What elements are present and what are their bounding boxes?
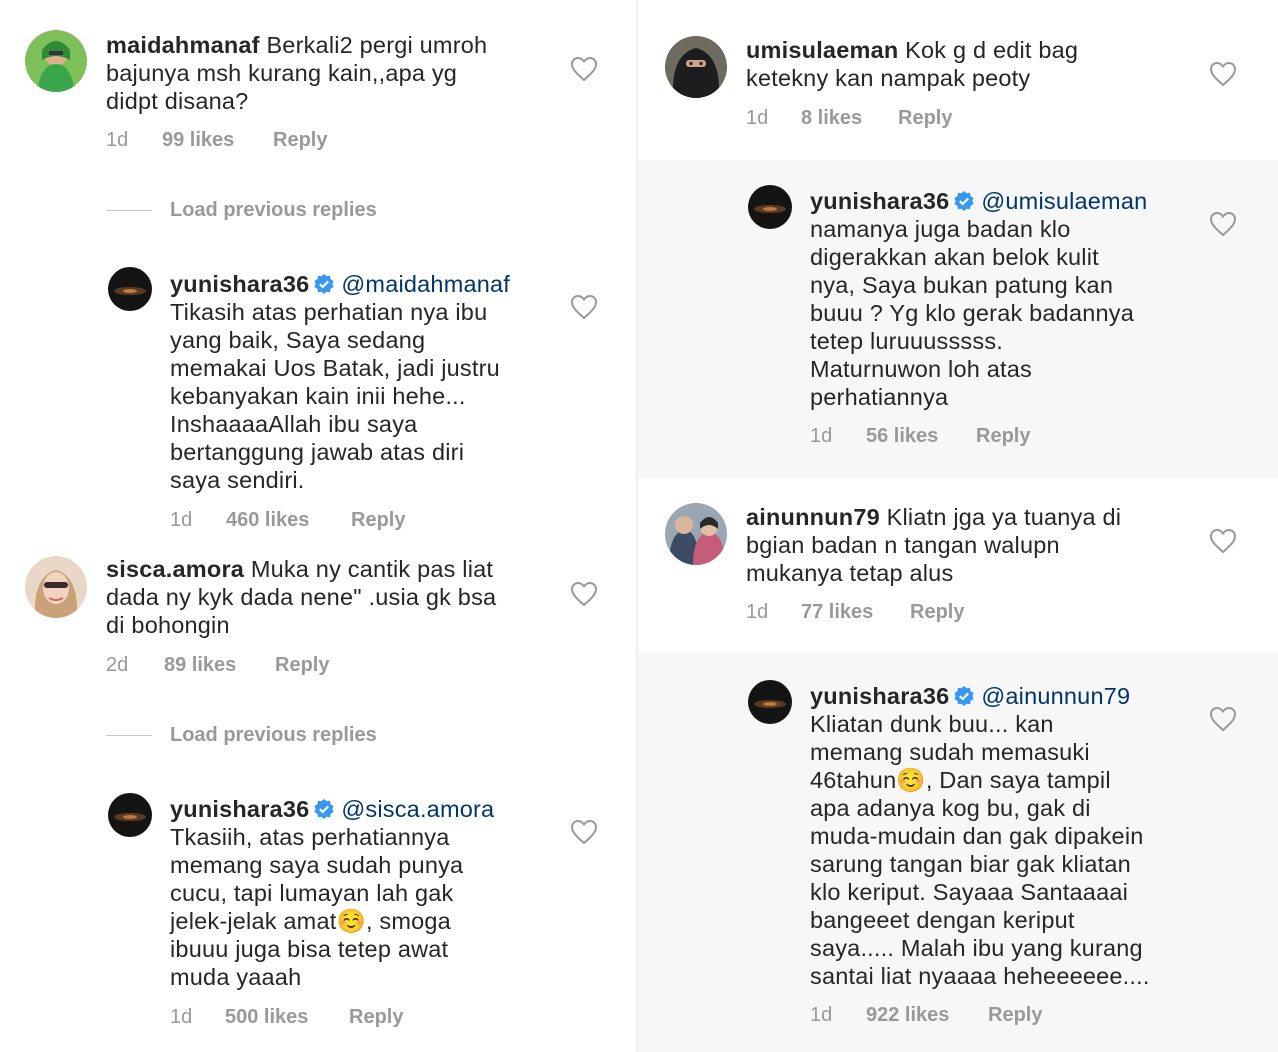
mention-link[interactable]: @ainunnun79 [981,683,1130,709]
comment-meta: 1d 8 likes Reply [746,106,952,130]
avatar[interactable] [665,503,727,565]
likes-count[interactable]: 89 likes [164,653,275,677]
likes-count[interactable]: 99 likes [162,128,273,152]
likes-count[interactable]: 500 likes [225,1005,349,1029]
load-previous-replies-button[interactable]: Load previous replies [106,723,377,747]
avatar[interactable] [108,267,152,311]
mention-link[interactable]: @maidahmanaf [341,271,510,297]
comment-text: yunishara36 @sisca.amora Tkasiih, atas pe… [170,795,570,991]
smiling-face-emoji: ☺️ [336,908,366,934]
heart-outline-icon[interactable] [570,56,598,82]
verified-badge-icon [953,190,975,212]
comment-time: 1d [746,107,769,129]
avatar[interactable] [25,556,87,618]
reply-button[interactable]: Reply [898,106,952,130]
comment-username[interactable]: yunishara36 [810,683,949,709]
comment-text: ainunnun79 Kliatn jga ya tuanya di bgian… [746,503,1186,587]
reply-button[interactable]: Reply [351,508,405,532]
likes-count[interactable]: 460 likes [226,508,351,532]
comment-body-continued: , Dan saya tampil apa adanya kog bu, gak… [810,767,1150,989]
reply-button[interactable]: Reply [349,1005,403,1029]
comment-time: 1d [170,1006,193,1028]
likes-count[interactable]: 8 likes [801,106,898,130]
comment-meta: 1d 77 likes Reply [746,600,964,624]
comment-meta: 1d 460 likes Reply [170,508,405,532]
avatar[interactable] [748,185,792,229]
heart-outline-icon[interactable] [570,581,598,607]
heart-outline-icon[interactable] [570,819,598,845]
reply-button[interactable]: Reply [275,653,329,677]
comment-meta: 1d 56 likes Reply [810,424,1030,448]
reply-button[interactable]: Reply [910,600,964,624]
comment-username[interactable]: yunishara36 [170,796,309,822]
likes-count[interactable]: 922 likes [866,1003,988,1027]
comment-text: sisca.amora Muka ny cantik pas liat dada… [106,555,546,639]
divider-line [106,735,152,736]
comment-text: yunishara36 @umisulaeman namanya juga bad… [810,187,1210,411]
comment-time: 1d [810,425,833,447]
comment-text: yunishara36 @maidahmanaf Tikasih atas per… [170,270,570,494]
comment-meta: 1d 500 likes Reply [170,1005,403,1029]
comment-time: 1d [810,1004,833,1026]
mention-link[interactable]: @umisulaeman [981,188,1147,214]
divider-line [106,210,152,211]
avatar[interactable] [25,30,87,92]
right-comment-panel: umisulaeman Kok g d edit bag ketekny kan… [638,0,1278,1052]
comment-text: yunishara36 @ainunnun79 Kliatan dunk buu.… [810,682,1220,990]
heart-outline-icon[interactable] [570,294,598,320]
heart-outline-icon[interactable] [1209,706,1237,732]
comment-body: namanya juga badan klo digerakkan akan b… [810,216,1134,410]
comment-text: umisulaeman Kok g d edit bag ketekny kan… [746,36,1186,92]
avatar[interactable] [665,36,727,98]
comment-text: maidahmanaf Berkali2 pergi umroh bajunya… [106,31,526,115]
verified-badge-icon [953,685,975,707]
heart-outline-icon[interactable] [1209,211,1237,237]
verified-badge-icon [313,798,335,820]
comment-time: 1d [170,509,193,531]
comment-body: Tikasih atas perhatian nya ibu yang baik… [170,299,500,493]
comment-meta: 1d 99 likes Reply [106,128,327,152]
heart-outline-icon[interactable] [1209,528,1237,554]
comment-username[interactable]: yunishara36 [810,188,949,214]
avatar[interactable] [748,680,792,724]
comment-meta: 2d 89 likes Reply [106,653,329,677]
comment-username[interactable]: sisca.amora [106,556,244,582]
comment-username[interactable]: ainunnun79 [746,504,880,530]
comment-username[interactable]: umisulaeman [746,37,898,63]
heart-outline-icon[interactable] [1209,61,1237,87]
verified-badge-icon [313,273,335,295]
avatar[interactable] [108,793,152,837]
likes-count[interactable]: 56 likes [866,424,976,448]
likes-count[interactable]: 77 likes [801,600,910,624]
comment-time: 1d [746,601,769,623]
comment-meta: 1d 922 likes Reply [810,1003,1042,1027]
mention-link[interactable]: @sisca.amora [341,796,494,822]
reply-button[interactable]: Reply [988,1003,1042,1027]
smiling-face-emoji: ☺️ [896,767,926,793]
comment-username[interactable]: maidahmanaf [106,32,260,58]
reply-button[interactable]: Reply [976,424,1030,448]
left-comment-panel: maidahmanaf Berkali2 pergi umroh bajunya… [0,0,636,1052]
comment-username[interactable]: yunishara36 [170,271,309,297]
comment-time: 2d [106,654,129,676]
comment-time: 1d [106,129,129,151]
reply-button[interactable]: Reply [273,128,327,152]
load-previous-replies-button[interactable]: Load previous replies [106,198,377,222]
